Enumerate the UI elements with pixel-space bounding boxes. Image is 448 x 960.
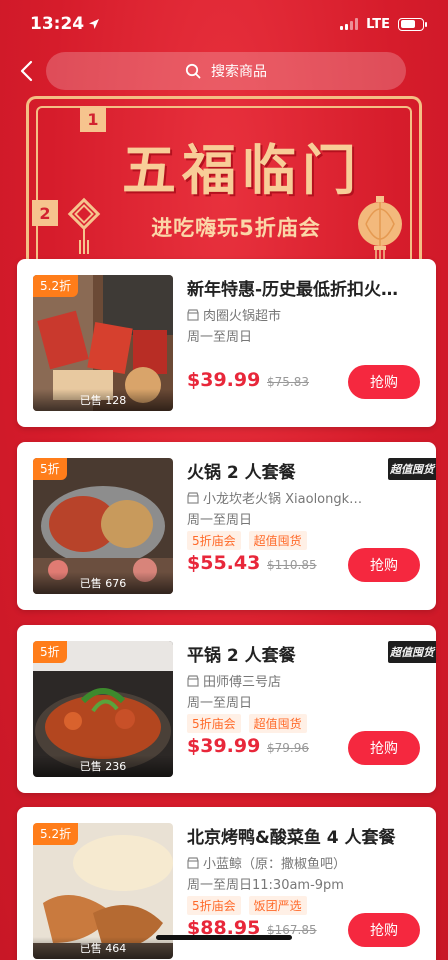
- tag: 5折庙会: [187, 714, 241, 733]
- availability: 周一至周日: [187, 513, 253, 528]
- tag: 超值囤货: [248, 714, 307, 733]
- product-image[interactable]: 5折 已售 236: [33, 641, 173, 777]
- original-price: $75.83: [267, 375, 309, 389]
- banner-title: 五福临门: [122, 138, 362, 202]
- lantern-icon: [358, 196, 402, 262]
- search-input[interactable]: 搜索商品: [46, 52, 406, 90]
- sold-count: 已售 676: [33, 572, 173, 594]
- product-title[interactable]: 平锅 2 人套餐: [187, 641, 417, 666]
- tag-list: 5折庙会 饭团严选: [187, 896, 307, 915]
- sold-count: 已售 236: [33, 755, 173, 777]
- product-title[interactable]: 北京烤鸭&酸菜鱼 4 人套餐: [187, 823, 417, 848]
- sold-count: 已售 128: [33, 389, 173, 411]
- discount-tag: 5.2折: [33, 275, 79, 297]
- status-right: LTE: [340, 16, 427, 32]
- discount-tag: 5折: [33, 458, 67, 480]
- product-image[interactable]: 5.2折 已售 128: [33, 275, 173, 411]
- price: $39.99: [187, 735, 261, 757]
- buy-button[interactable]: 抢购: [348, 548, 420, 582]
- discount-tag: 5折: [33, 641, 67, 663]
- price: $39.99: [187, 369, 261, 391]
- shop-name[interactable]: 小龙坎老火锅 Xiaolongk…: [187, 488, 387, 507]
- home-indicator[interactable]: [156, 935, 292, 940]
- store-icon: [187, 856, 199, 869]
- location-arrow-icon: [89, 19, 100, 29]
- availability: 周一至周日: [187, 330, 253, 345]
- promo-badge: 超值囤货: [388, 641, 436, 663]
- product-image[interactable]: 5.2折 已售 464: [33, 823, 173, 959]
- product-card[interactable]: 5折 已售 676 火锅 2 人套餐 小龙坎老火锅 Xiaolongk… 周一至…: [17, 442, 436, 610]
- shop-name[interactable]: 田师傅三号店: [187, 671, 387, 690]
- store-icon: [187, 491, 199, 504]
- promo-badge: 超值囤货: [388, 458, 436, 480]
- price: $55.43: [187, 552, 261, 574]
- shop-name[interactable]: 小蓝鲸（原：撒椒鱼吧）: [187, 853, 387, 872]
- original-price: $79.96: [267, 741, 309, 755]
- tag-list: 5折庙会 超值囤货: [187, 714, 307, 733]
- product-title[interactable]: 新年特惠-历史最低折扣火…: [187, 275, 417, 300]
- product-title[interactable]: 火锅 2 人套餐: [187, 458, 417, 483]
- battery-icon: [398, 17, 427, 31]
- original-price: $110.85: [267, 558, 317, 572]
- store-icon: [187, 308, 199, 321]
- header: 搜索商品: [0, 50, 448, 94]
- tag: 超值囤货: [248, 531, 307, 550]
- status-time-text: 13:24: [30, 14, 85, 34]
- discount-tag: 5.2折: [33, 823, 79, 845]
- shop-name-text: 田师傅三号店: [203, 675, 282, 690]
- signal-icon: [340, 18, 359, 30]
- shop-name-text: 小蓝鲸（原：撒椒鱼吧）: [203, 857, 347, 872]
- shop-name-text: 肉圈火锅超市: [203, 309, 282, 324]
- buy-button[interactable]: 抢购: [348, 365, 420, 399]
- chevron-left-icon: [20, 60, 33, 82]
- banner-number-2: 2: [32, 200, 58, 226]
- banner-subtitle: 进吃嗨玩5折庙会: [151, 216, 321, 240]
- product-card[interactable]: 5折 已售 236 平锅 2 人套餐 田师傅三号店 周一至周日 5折庙会 超值囤…: [17, 625, 436, 793]
- buy-button[interactable]: 抢购: [348, 913, 420, 947]
- tag: 5折庙会: [187, 896, 241, 915]
- availability: 周一至周日11:30am-9pm: [187, 878, 344, 893]
- promo-banner: 1 2 五福临门 进吃嗨玩5折庙会: [26, 96, 422, 276]
- shop-name[interactable]: 肉圈火锅超市: [187, 305, 387, 324]
- product-card[interactable]: 5.2折 已售 128 新年特惠-历史最低折扣火… 肉圈火锅超市 周一至周日 $…: [17, 259, 436, 427]
- chinese-knot-icon: [67, 197, 101, 254]
- product-image[interactable]: 5折 已售 676: [33, 458, 173, 594]
- shop-name-text: 小龙坎老火锅 Xiaolongk…: [203, 492, 363, 507]
- buy-button[interactable]: 抢购: [348, 731, 420, 765]
- back-button[interactable]: [12, 56, 40, 86]
- tag-list: 5折庙会 超值囤货: [187, 531, 307, 550]
- availability: 周一至周日: [187, 696, 253, 711]
- network-label: LTE: [366, 16, 390, 32]
- sold-count: 已售 464: [33, 937, 173, 959]
- store-icon: [187, 674, 199, 687]
- search-icon: [185, 63, 201, 79]
- search-placeholder: 搜索商品: [211, 64, 267, 80]
- status-time: 13:24: [30, 14, 100, 34]
- status-bar: 13:24 LTE: [0, 0, 448, 48]
- tag: 5折庙会: [187, 531, 241, 550]
- tag: 饭团严选: [248, 896, 307, 915]
